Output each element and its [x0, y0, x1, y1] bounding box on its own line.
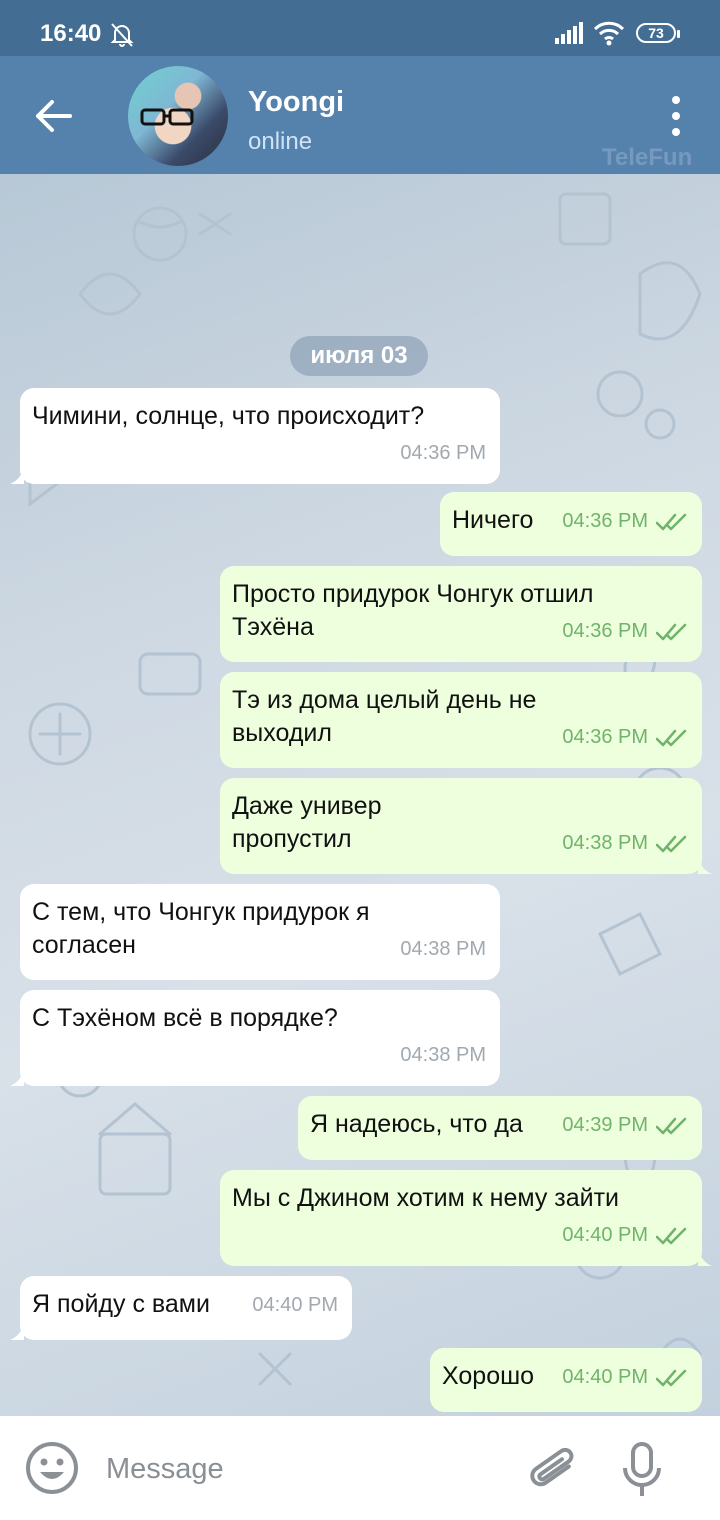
message-time: 04:36 PM	[562, 726, 648, 748]
status-time: 16:40	[40, 20, 102, 47]
message-text: Хорошо	[442, 1362, 535, 1390]
battery-icon: 73	[636, 23, 680, 43]
avatar[interactable]	[128, 66, 228, 166]
wifi-icon	[593, 21, 625, 46]
back-arrow-icon[interactable]	[34, 96, 74, 136]
message-bubble-incoming[interactable]: Я пойду с вами 04:40 PM	[10, 1276, 352, 1340]
watermark: TeleFun	[602, 144, 693, 171]
read-ticks-icon	[656, 835, 687, 852]
message-bubble-incoming[interactable]: С Тэхёном всё в порядке? 04:38 PM	[10, 990, 500, 1086]
attach-icon[interactable]	[528, 1442, 580, 1498]
read-ticks-icon	[656, 513, 687, 530]
message-time: 04:40 PM	[252, 1294, 338, 1316]
chat-status: online	[248, 128, 313, 155]
message-bubble-outgoing[interactable]: Даже универ пропустил 04:38 PM	[220, 778, 712, 874]
bubble-tail	[10, 1324, 24, 1340]
more-vert-icon[interactable]	[664, 94, 688, 138]
message-text: Мы с Джином хотим к нему зайти	[232, 1184, 620, 1212]
read-ticks-icon	[656, 729, 687, 746]
bubble-tail	[698, 858, 712, 874]
read-ticks-icon	[656, 1369, 687, 1386]
message-time: 04:38 PM	[400, 1044, 486, 1066]
chat-area[interactable]: июля 03 Чимини, солнце, что происходит? …	[0, 174, 720, 1416]
message-bubble-incoming[interactable]: Чимини, солнце, что происходит? 04:36 PM	[10, 388, 500, 484]
message-text: Ничего	[452, 506, 534, 534]
bell-off-icon	[110, 23, 134, 47]
message-time: 04:36 PM	[562, 620, 648, 642]
chat-title[interactable]: Yoongi	[248, 86, 344, 119]
message-bubble-outgoing[interactable]: Тэ из дома целый день не выходил 04:36 P…	[220, 672, 702, 768]
read-ticks-icon	[656, 1117, 687, 1134]
read-ticks-icon	[656, 623, 687, 640]
message-time: 04:40 PM	[562, 1366, 648, 1388]
message-time: 04:40 PM	[562, 1224, 648, 1246]
message-time: 04:39 PM	[562, 1114, 648, 1136]
message-bubble-incoming[interactable]: С тем, что Чонгук придурок я согласен 04…	[20, 884, 500, 980]
message-time: 04:36 PM	[400, 442, 486, 464]
emoji-icon[interactable]	[24, 1440, 80, 1496]
chat-header: Yoongi online TeleFun	[0, 56, 720, 174]
bubble-tail	[10, 468, 24, 484]
message-input-bar	[0, 1416, 720, 1520]
date-separator: июля 03	[290, 336, 428, 376]
message-bubble-outgoing[interactable]: Я надеюсь, что да 04:39 PM	[298, 1096, 702, 1160]
message-bubble-outgoing[interactable]: Ничего 04:36 PM	[440, 492, 702, 556]
signal-icon	[555, 22, 583, 44]
message-text: Тэ из дома целый день не выходил	[232, 686, 537, 747]
message-input[interactable]	[104, 1446, 508, 1492]
message-text: Даже универ пропустил	[232, 792, 382, 853]
mic-icon[interactable]	[620, 1440, 664, 1500]
bubble-tail	[698, 1250, 712, 1266]
status-bar: 16:40 73	[0, 0, 720, 56]
message-text: С Тэхёном всё в порядке?	[32, 1004, 338, 1032]
message-time: 04:38 PM	[400, 938, 486, 960]
message-time: 04:36 PM	[562, 510, 648, 532]
message-bubble-outgoing[interactable]: Мы с Джином хотим к нему зайти 04:40 PM	[220, 1170, 712, 1266]
message-text: С тем, что Чонгук придурок я согласен	[32, 898, 370, 959]
message-time: 04:38 PM	[562, 832, 648, 854]
message-bubble-outgoing[interactable]: Хорошо 04:40 PM	[430, 1348, 702, 1412]
message-bubble-outgoing[interactable]: Просто придурок Чонгук отшил Тэхёна 04:3…	[220, 566, 702, 662]
read-ticks-icon	[656, 1227, 687, 1244]
bubble-tail	[10, 1070, 24, 1086]
message-text: Я пойду с вами	[32, 1290, 210, 1318]
message-text: Чимини, солнце, что происходит?	[32, 402, 425, 430]
glasses-shape	[140, 108, 194, 126]
message-text: Я надеюсь, что да	[310, 1110, 523, 1138]
